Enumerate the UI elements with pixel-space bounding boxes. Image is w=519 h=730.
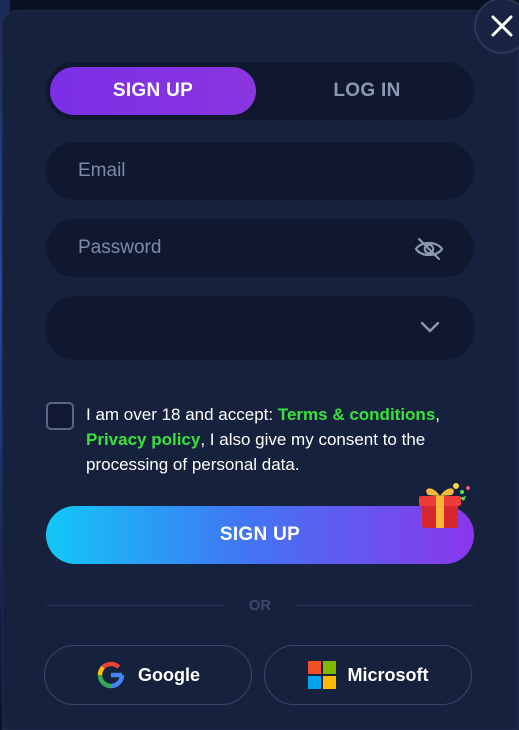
- or-label: OR: [248, 597, 272, 614]
- microsoft-label: Microsoft: [347, 664, 429, 685]
- google-icon: [97, 661, 125, 689]
- google-login-button[interactable]: Google: [44, 645, 252, 705]
- or-divider: OR: [46, 596, 474, 616]
- google-label: Google: [138, 664, 200, 685]
- chevron-down-icon[interactable]: [420, 320, 440, 334]
- tab-login[interactable]: LOG IN: [264, 67, 470, 115]
- age-consent-checkbox[interactable]: [46, 402, 74, 430]
- close-button[interactable]: [474, 0, 519, 54]
- password-field[interactable]: [46, 219, 474, 277]
- tab-signup[interactable]: SIGN UP: [50, 67, 256, 115]
- signup-button[interactable]: SIGN UP: [46, 506, 474, 564]
- email-field[interactable]: [46, 142, 474, 200]
- consent-prefix: I am over 18 and accept:: [86, 405, 278, 424]
- country-select[interactable]: [46, 296, 474, 360]
- gift-icon: [419, 483, 470, 528]
- auth-tabs: SIGN UP LOG IN: [46, 62, 474, 120]
- terms-link[interactable]: Terms & conditions: [278, 405, 435, 424]
- consent-text: I am over 18 and accept: Terms & conditi…: [86, 402, 476, 477]
- consent-comma: ,: [435, 405, 441, 424]
- microsoft-login-button[interactable]: Microsoft: [264, 645, 472, 705]
- privacy-link[interactable]: Privacy policy: [86, 430, 200, 449]
- password-field-wrapper: [46, 219, 474, 277]
- close-icon: [491, 15, 513, 37]
- eye-off-icon[interactable]: [414, 236, 444, 262]
- microsoft-icon: [307, 661, 336, 689]
- signup-modal: SIGN UP LOG IN I am over 18 and accept: …: [2, 0, 519, 730]
- email-field-wrapper: [46, 142, 474, 200]
